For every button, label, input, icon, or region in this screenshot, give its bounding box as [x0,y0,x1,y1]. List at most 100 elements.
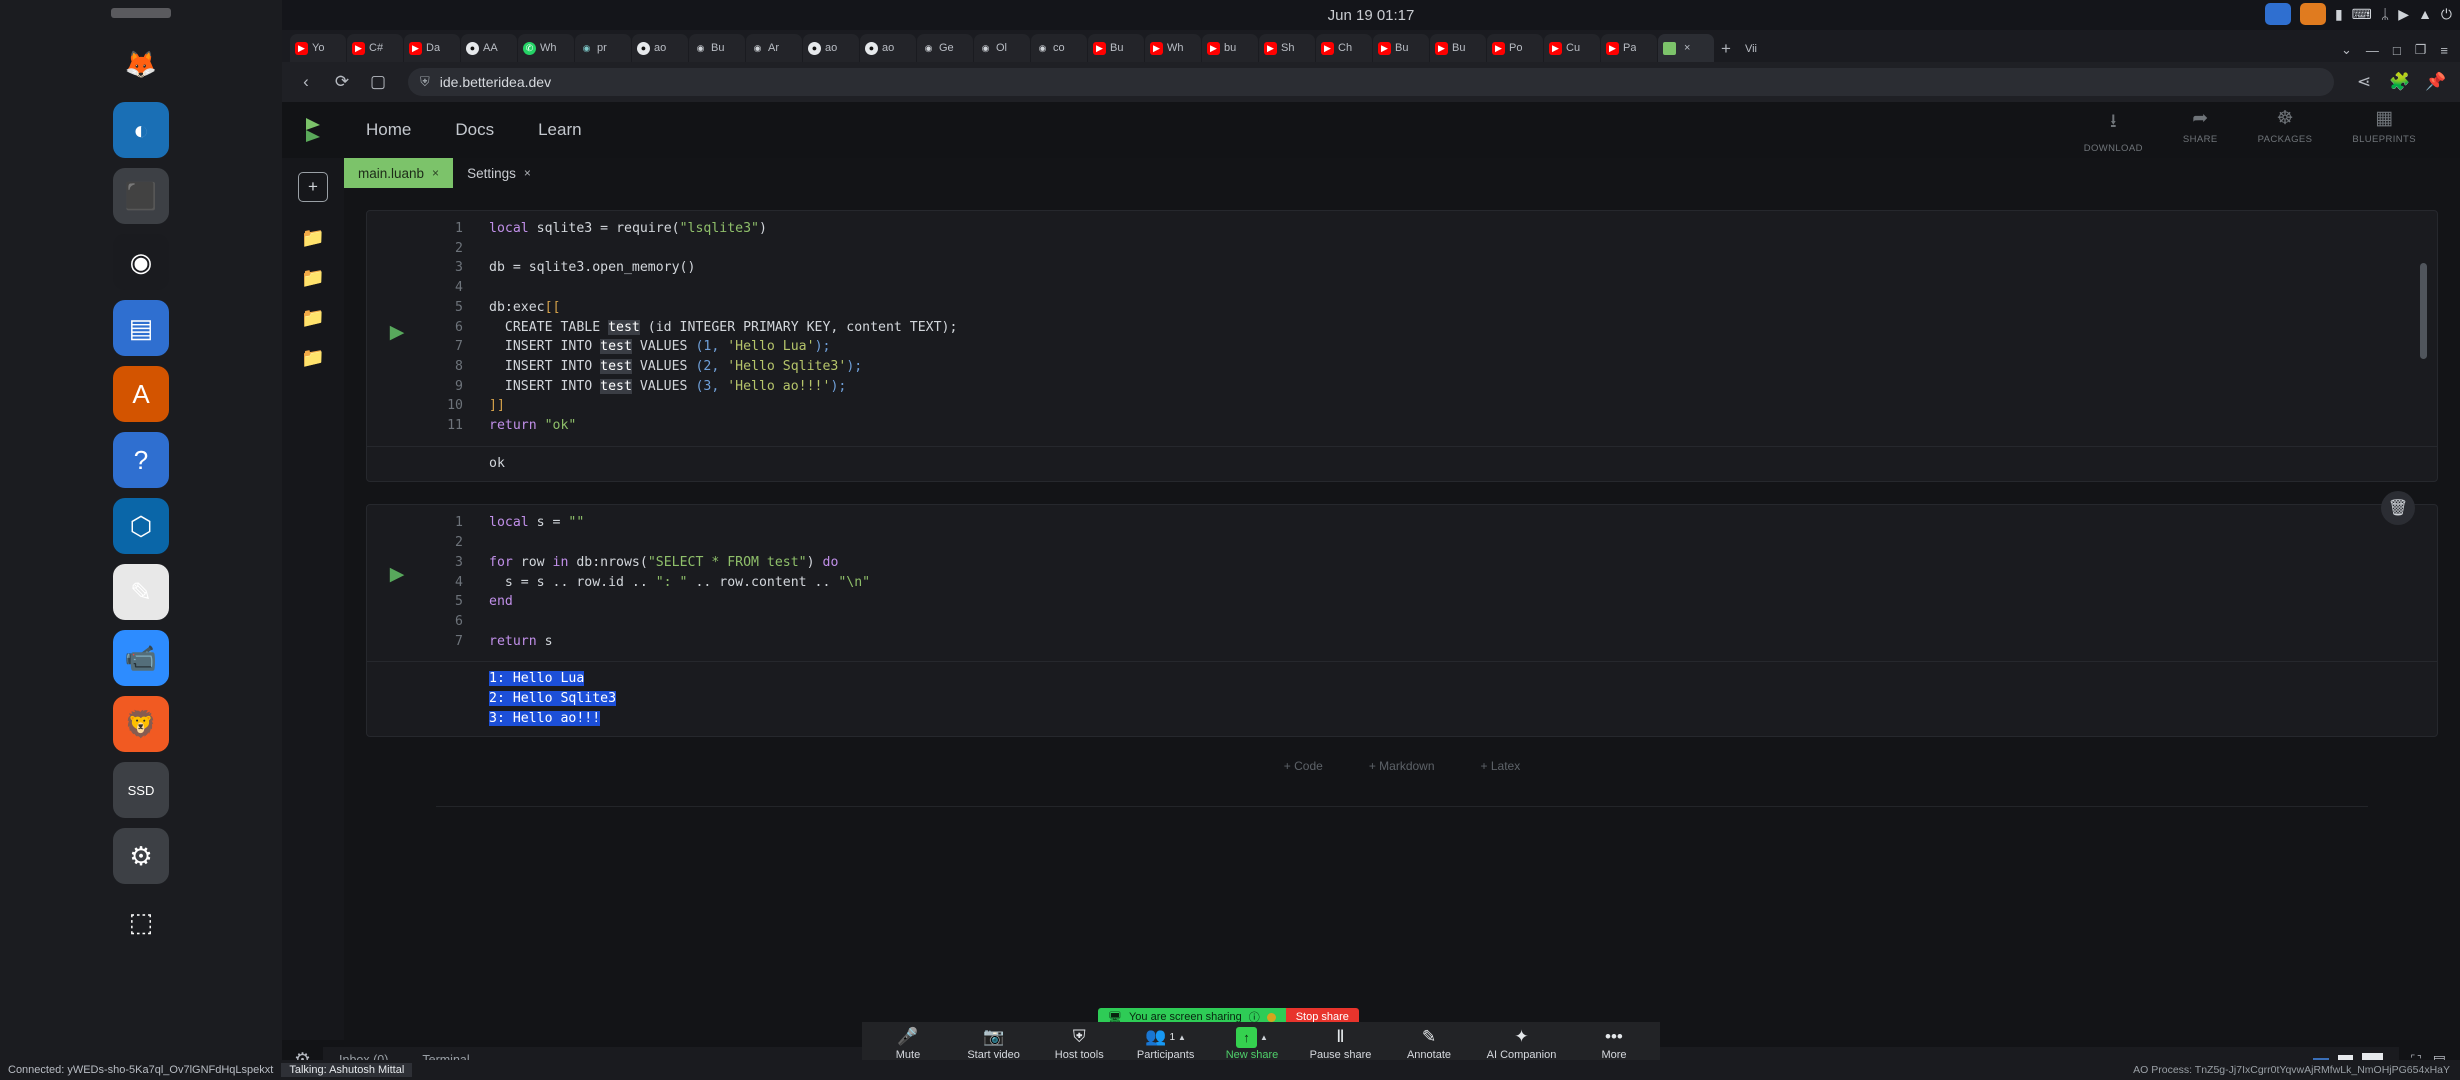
browser-tab-10[interactable]: ● ao [860,34,916,62]
dock-icon-obs-studio[interactable]: ◉ [113,234,169,290]
notebook-tab-close-icon[interactable]: × [524,166,531,180]
bluetooth-icon[interactable]: ᛦ [2381,6,2389,22]
dock-icon-vs-code[interactable]: ⬡ [113,498,169,554]
zoom-mute-button[interactable]: 🎤 Mute [880,1027,936,1061]
header-action-download[interactable]: ⭳ DOWNLOAD [2084,107,2143,154]
zoom-start-video-button[interactable]: 📷 Start video [966,1027,1022,1061]
url-text[interactable]: ide.betteridea.dev [440,74,551,90]
url-bar[interactable]: ⛨ ide.betteridea.dev [408,68,2334,96]
dock-icon-ssd-drive[interactable]: SSD [113,762,169,818]
new-tab-button[interactable]: + [1721,39,1731,59]
bookmark-icon[interactable]: ▢ [366,72,390,92]
browser-tab-20[interactable]: ▶ Bu [1430,34,1486,62]
dock-icon-zoom[interactable]: 📹 [113,630,169,686]
notebook-tab-1[interactable]: Settings × [453,158,545,188]
code-editor[interactable]: 1 local sqlite3 = require("lsqlite3") 2 3 d… [427,211,2437,446]
dock-icon-libreoffice[interactable]: ▤ [113,300,169,356]
browser-tab-22[interactable]: ▶ Cu [1544,34,1600,62]
zoom-annotate-button[interactable]: ✎ Annotate [1401,1027,1457,1061]
share-icon[interactable]: ⋖ [2352,72,2376,92]
code-editor[interactable]: 1 local s = "" 2 3 for row in db:nrows("SEL… [427,505,2437,661]
wifi-icon[interactable]: ▲ [2418,6,2432,22]
reload-icon[interactable]: ⟳ [330,72,354,92]
rail-folder-4-icon[interactable]: 📁 [301,346,325,370]
zoom-ai-companion-button[interactable]: ✦ AI Companion [1487,1027,1557,1061]
battery-icon[interactable]: ▮ [2335,6,2343,23]
rail-folder-1-icon[interactable]: 📁 [301,226,325,250]
dock-icon-terminal[interactable]: ⬛ [113,168,169,224]
rail-folder-2-icon[interactable]: 📁 [301,266,325,290]
power-icon[interactable]: ⏻ [2441,6,2452,23]
header-action-share[interactable]: ➦ SHARE [2183,107,2218,154]
header-action-blueprints[interactable]: ▦ BLUEPRINTS [2352,107,2416,154]
nav-link-docs[interactable]: Docs [455,120,494,140]
browser-tab-18[interactable]: ▶ Ch [1316,34,1372,62]
browser-tab-8[interactable]: ◉ Ar [746,34,802,62]
browser-tab-7[interactable]: ◉ Bu [689,34,745,62]
notebook-tab-0[interactable]: main.luanb × [344,158,454,188]
dock-icon-help[interactable]: ? [113,432,169,488]
restore-button[interactable]: ❐ [2415,42,2427,58]
zoom-pause-share-button[interactable]: Ⅱ Pause share [1310,1027,1372,1061]
browser-tab-21[interactable]: ▶ Po [1487,34,1543,62]
header-action-packages[interactable]: ☸ PACKAGES [2258,107,2313,154]
browser-tab-3[interactable]: ● AA [461,34,517,62]
window-controls[interactable]: ⌄ — □ ❐ ≡ [2341,42,2460,62]
dock-icon-edge[interactable]: ◐ [113,102,169,158]
browser-tab-6[interactable]: ● ao [632,34,688,62]
browser-tab-1[interactable]: ▶ C# [347,34,403,62]
extension-icon[interactable]: 🧩 [2388,72,2412,92]
nav-link-learn[interactable]: Learn [538,120,581,140]
tab-list-chevron-icon[interactable]: ⌄ [2341,42,2352,58]
volume-icon[interactable]: ▶ [2398,6,2409,23]
browser-tab-close-icon[interactable]: × [1684,42,1690,54]
zoom-new-share-button[interactable]: ↑ ▲ New share [1224,1026,1280,1061]
maximize-button[interactable]: □ [2393,43,2401,58]
notebook-tab-close-icon[interactable]: × [432,166,439,180]
browser-tab-2[interactable]: ▶ Da [404,34,460,62]
browser-tab-4[interactable]: ✆ Wh [518,34,574,62]
browser-tab-13[interactable]: ◉ co [1031,34,1087,62]
dock-icon-firefox[interactable]: 🦊 [113,36,169,92]
nav-link-home[interactable]: Home [366,120,411,140]
rail-folder-list[interactable]: 📁 📁 📁 📁 [301,226,325,386]
browser-tab-19[interactable]: ▶ Bu [1373,34,1429,62]
dock-icon-app-grid[interactable]: ⬚ [113,894,169,950]
browser-tab-12[interactable]: ◉ Ol [974,34,1030,62]
betteridea-logo-icon[interactable] [304,117,326,143]
browser-tab-0[interactable]: ▶ Yo [290,34,346,62]
add-file-button[interactable]: + [298,172,328,202]
cell-scrollbar[interactable] [2420,263,2427,359]
system-tray[interactable]: ▮ ⌨ ᛦ ▶ ▲ ⏻ [2264,3,2452,25]
zoom-more-button[interactable]: ••• More [1586,1027,1642,1061]
browser-tab-5[interactable]: ◉ pr [575,34,631,62]
orange-badge[interactable] [2299,3,2326,25]
browser-menu-button[interactable]: ≡ [2440,43,2448,58]
rail-folder-3-icon[interactable]: 📁 [301,306,325,330]
dock-icon-text-editor[interactable]: ✎ [113,564,169,620]
dock-icon-settings[interactable]: ⚙ [113,828,169,884]
chevron-up-icon[interactable]: ▲ [1178,1033,1186,1042]
run-cell-button[interactable]: ▶ [390,321,405,446]
add-code-cell-button[interactable]: + Code [1284,759,1323,773]
tab-list[interactable]: ▶ Yo ▶ C# ▶ Da ● AA ✆ Wh ◉ pr ● ao ◉ Bu ◉ Ar ● ao ● ao ◉ Ge ◉ Ol ◉… [290,34,1715,62]
browser-tab-15[interactable]: ▶ Wh [1145,34,1201,62]
browser-tab-16[interactable]: ▶ bu [1202,34,1258,62]
dock-icon-android-studio[interactable]: A [113,366,169,422]
browser-tab-24[interactable]: × [1658,34,1714,62]
dock-icon-brave-browser[interactable]: 🦁 [113,696,169,752]
ide-header-actions[interactable]: ⭳ DOWNLOAD ➦ SHARE ☸ PACKAGES ▦ BLUEPRINTS [2084,107,2438,154]
browser-tab-9[interactable]: ● ao [803,34,859,62]
pin-icon[interactable]: 📌 [2424,72,2448,92]
blue-badge[interactable] [2264,3,2291,25]
back-icon[interactable]: ‹ [294,72,318,92]
keyboard-icon[interactable]: ⌨ [2352,6,2372,23]
minimize-button[interactable]: — [2366,43,2379,58]
tab-overflow-label[interactable]: Vii [1745,43,1757,55]
notebook-tabs[interactable]: main.luanb × Settings × [344,158,2460,188]
browser-tab-11[interactable]: ◉ Ge [917,34,973,62]
browser-tabstrip[interactable]: ▶ Yo ▶ C# ▶ Da ● AA ✆ Wh ◉ pr ● ao ◉ Bu ◉ Ar ● ao ● ao ◉ Ge ◉ Ol ◉… [282,30,2460,62]
browser-tab-14[interactable]: ▶ Bu [1088,34,1144,62]
add-markdown-cell-button[interactable]: + Markdown [1369,759,1435,773]
chevron-up-icon[interactable]: ▲ [1260,1033,1268,1042]
